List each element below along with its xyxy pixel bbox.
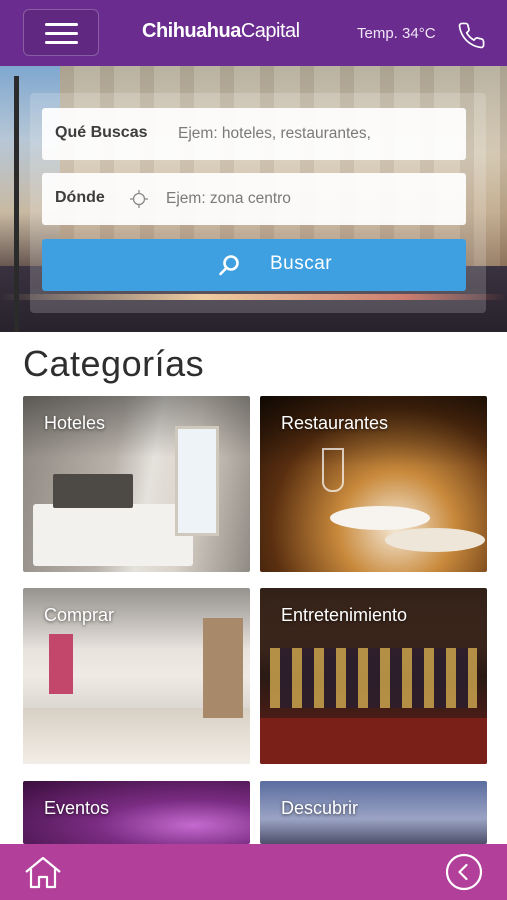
search-button[interactable]: Buscar <box>42 239 466 291</box>
category-card-hoteles[interactable]: Hoteles <box>23 396 250 572</box>
chevron-left-circle-icon[interactable] <box>445 853 483 891</box>
brand-name-bold: Chihuahua <box>142 20 241 42</box>
brand-name-light: Capital <box>240 20 300 42</box>
mall-sign-image <box>49 634 73 694</box>
where-search-label: Dónde <box>55 189 105 206</box>
hotel-window-image <box>175 426 219 536</box>
mall-storefront-image <box>203 618 243 718</box>
top-bar: ChihuahuaCapital Temp. 34°C <box>0 0 507 66</box>
where-search-field[interactable]: Dónde <box>42 173 466 225</box>
category-card-comprar[interactable]: Comprar <box>23 588 250 764</box>
category-label-entretenimiento: Entretenimiento <box>281 605 408 625</box>
hotel-headboard-image <box>53 474 133 508</box>
what-search-label: Qué Buscas <box>55 124 148 141</box>
what-search-field[interactable]: Qué Buscas <box>42 108 466 160</box>
bottom-bar <box>0 844 507 900</box>
hero-lamp-post <box>14 76 19 332</box>
category-card-eventos[interactable]: Eventos <box>23 781 250 844</box>
what-search-input[interactable] <box>178 120 458 148</box>
search-icon <box>219 255 239 276</box>
categories-title: Categorías <box>23 343 205 384</box>
category-card-restaurantes[interactable]: Restaurantes <box>260 396 487 572</box>
casino-carpet-image <box>260 718 487 764</box>
search-button-label: Buscar <box>270 253 333 274</box>
category-label-comprar: Comprar <box>44 605 115 625</box>
restaurant-plate-image-2 <box>385 528 485 552</box>
phone-icon[interactable] <box>457 21 486 50</box>
category-label-hoteles: Hoteles <box>44 413 106 433</box>
temperature-readout: Temp. 34°C <box>357 25 436 42</box>
brand-logo: ChihuahuaCapital <box>142 20 300 43</box>
hamburger-menu-icon[interactable] <box>23 9 99 56</box>
home-icon[interactable] <box>23 854 63 890</box>
hotel-bed-image <box>33 504 193 566</box>
restaurant-glass-image <box>322 448 344 492</box>
category-label-descubrir: Descubrir <box>281 798 359 818</box>
category-card-entretenimiento[interactable]: Entretenimiento <box>260 588 487 764</box>
category-card-descubrir[interactable]: Descubrir <box>260 781 487 844</box>
restaurant-plate-image <box>330 506 430 530</box>
where-search-input[interactable] <box>166 185 446 213</box>
category-label-eventos: Eventos <box>44 798 110 818</box>
casino-machines-image <box>270 648 477 708</box>
category-label-restaurantes: Restaurantes <box>281 413 389 433</box>
crosshair-icon[interactable] <box>129 189 149 209</box>
